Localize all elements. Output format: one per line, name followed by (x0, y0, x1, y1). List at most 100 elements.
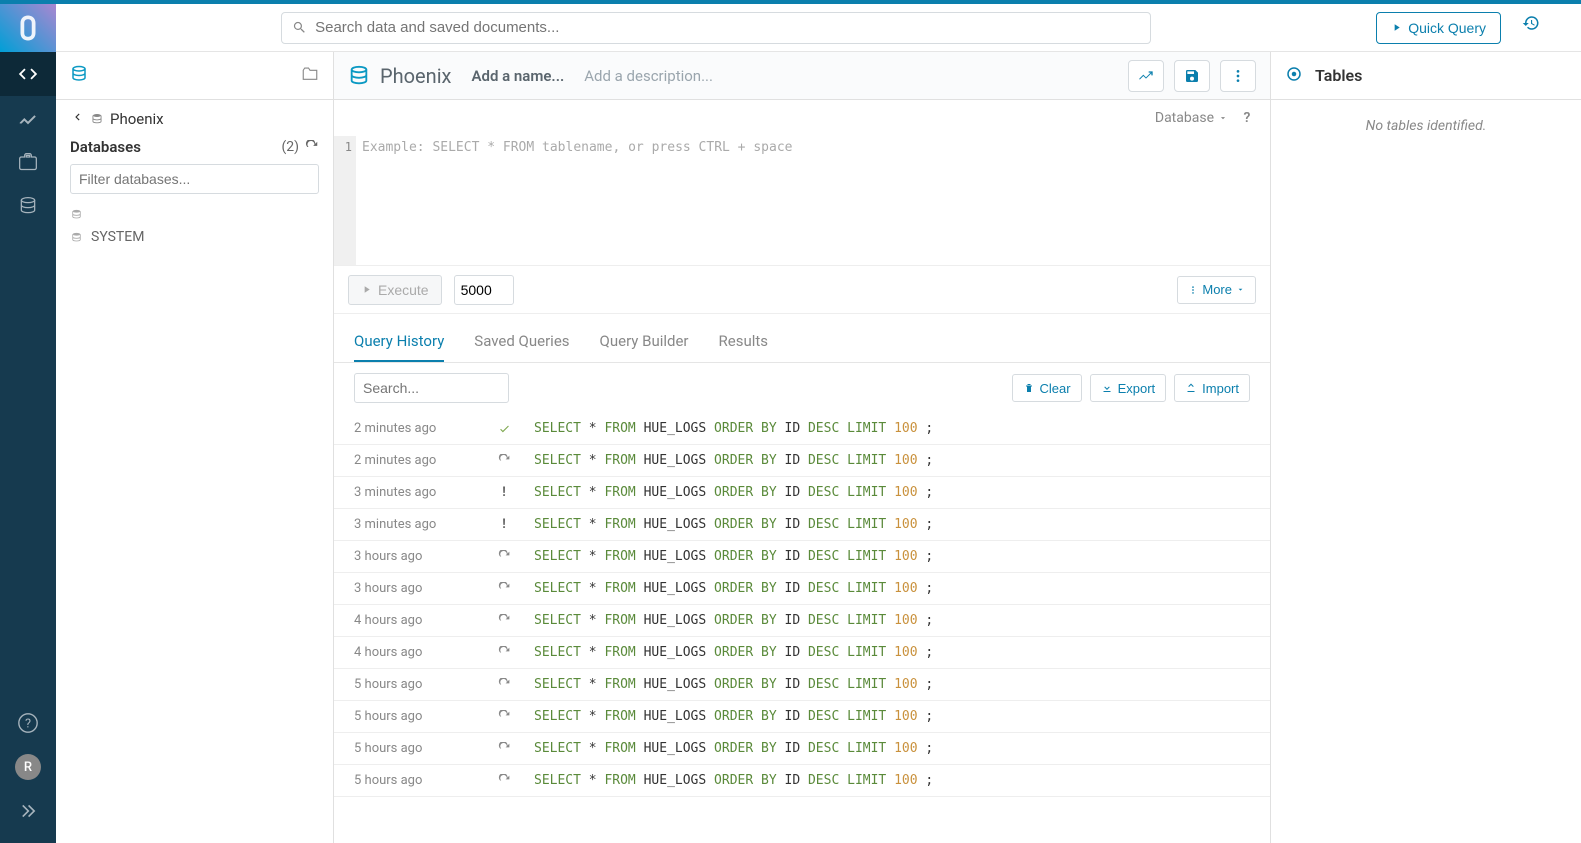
database-list-item[interactable]: SYSTEM (70, 225, 319, 249)
history-time: 5 hours ago (354, 773, 474, 788)
refresh-icon[interactable] (305, 140, 319, 154)
history-row[interactable]: 5 hours agoSELECT * FROM HUE_LOGS ORDER … (334, 701, 1270, 733)
history-time: 2 minutes ago (354, 453, 474, 468)
history-sql: SELECT * FROM HUE_LOGS ORDER BY ID DESC … (534, 485, 1250, 500)
avatar: R (15, 754, 41, 780)
history-row[interactable]: 5 hours agoSELECT * FROM HUE_LOGS ORDER … (334, 765, 1270, 797)
filter-databases-input[interactable] (70, 164, 319, 194)
history-sql: SELECT * FROM HUE_LOGS ORDER BY ID DESC … (534, 645, 1250, 660)
dots-vertical-icon (1188, 285, 1198, 295)
database-small-icon (70, 208, 83, 221)
history-row[interactable]: 2 minutes agoSELECT * FROM HUE_LOGS ORDE… (334, 413, 1270, 445)
import-history-button[interactable]: Import (1174, 374, 1250, 402)
history-status (474, 742, 534, 755)
history-row[interactable]: 5 hours agoSELECT * FROM HUE_LOGS ORDER … (334, 733, 1270, 765)
upload-icon (1185, 382, 1197, 394)
nav-tables[interactable] (0, 184, 56, 228)
breadcrumb-label: Phoenix (110, 110, 164, 128)
history-status (474, 582, 534, 595)
history-status (474, 454, 534, 467)
history-row[interactable]: 4 hours agoSELECT * FROM HUE_LOGS ORDER … (334, 637, 1270, 669)
history-status (474, 646, 534, 659)
editor-panel: Phoenix Add a name... Add a description.… (334, 52, 1271, 843)
svg-text:?: ? (25, 717, 31, 732)
nav-documents[interactable] (0, 140, 56, 184)
search-input[interactable] (315, 19, 1140, 36)
search-icon (292, 20, 307, 35)
tab-results[interactable]: Results (719, 332, 769, 362)
breadcrumb[interactable]: Phoenix (56, 100, 333, 132)
history-status (474, 678, 534, 691)
refresh-icon (498, 710, 511, 723)
history-status (474, 614, 534, 627)
history-row[interactable]: 5 hours agoSELECT * FROM HUE_LOGS ORDER … (334, 669, 1270, 701)
history-time: 4 hours ago (354, 613, 474, 628)
add-description-button[interactable]: Add a description... (584, 67, 713, 85)
sql-editor[interactable]: Example: SELECT * FROM tablename, or pre… (356, 136, 1270, 265)
refresh-icon (498, 646, 511, 659)
tab-saved-queries[interactable]: Saved Queries (474, 332, 569, 362)
history-time: 3 minutes ago (354, 517, 474, 532)
export-history-button[interactable]: Export (1090, 374, 1167, 402)
chevron-left-icon[interactable] (70, 110, 84, 128)
execute-button[interactable]: Execute (348, 275, 442, 305)
refresh-icon (498, 550, 511, 563)
history-time: 3 minutes ago (354, 485, 474, 500)
database-selector[interactable]: Database (1155, 110, 1228, 126)
app-logo[interactable] (0, 4, 56, 52)
history-time: 5 hours ago (354, 677, 474, 692)
limit-input[interactable] (454, 275, 514, 305)
database-list-item[interactable] (70, 204, 319, 225)
save-icon (1184, 68, 1200, 84)
history-icon[interactable] (1511, 14, 1551, 32)
assist-folder-icon[interactable] (301, 65, 319, 87)
add-name-button[interactable]: Add a name... (471, 67, 564, 85)
history-row[interactable]: 3 hours agoSELECT * FROM HUE_LOGS ORDER … (334, 541, 1270, 573)
chart-button[interactable] (1128, 60, 1164, 92)
check-icon (498, 422, 511, 435)
chevron-right-double-icon (18, 801, 38, 821)
trash-icon (1023, 382, 1035, 394)
nav-dashboards[interactable] (0, 96, 56, 140)
play-icon (1391, 22, 1402, 33)
refresh-icon (498, 582, 511, 595)
more-actions-button[interactable]: More (1177, 276, 1256, 304)
history-time: 2 minutes ago (354, 421, 474, 436)
assist-database-icon[interactable] (70, 65, 88, 87)
quick-query-button[interactable]: Quick Query (1376, 12, 1501, 44)
clear-history-button[interactable]: Clear (1012, 374, 1082, 402)
download-icon (1101, 382, 1113, 394)
history-row[interactable]: 3 minutes ago!SELECT * FROM HUE_LOGS ORD… (334, 509, 1270, 541)
nav-expand[interactable] (0, 789, 56, 833)
history-status (474, 774, 534, 787)
nav-editor[interactable] (0, 52, 56, 96)
history-row[interactable]: 2 minutes agoSELECT * FROM HUE_LOGS ORDE… (334, 445, 1270, 477)
history-time: 3 hours ago (354, 549, 474, 564)
nav-user[interactable]: R (0, 745, 56, 789)
play-icon (361, 284, 372, 295)
history-row[interactable]: 3 hours agoSELECT * FROM HUE_LOGS ORDER … (334, 573, 1270, 605)
refresh-icon (498, 742, 511, 755)
history-sql: SELECT * FROM HUE_LOGS ORDER BY ID DESC … (534, 741, 1250, 756)
history-row[interactable]: 4 hours agoSELECT * FROM HUE_LOGS ORDER … (334, 605, 1270, 637)
editor-help-button[interactable]: ? (1238, 110, 1256, 126)
history-time: 5 hours ago (354, 709, 474, 724)
refresh-icon (498, 454, 511, 467)
chart-icon (17, 107, 39, 129)
topbar: Quick Query (0, 4, 1581, 52)
database-small-icon (70, 231, 83, 244)
more-menu-button[interactable] (1220, 60, 1256, 92)
database-small-icon (90, 112, 104, 126)
assist-target-icon[interactable] (1285, 65, 1303, 87)
save-button[interactable] (1174, 60, 1210, 92)
tab-query-history[interactable]: Query History (354, 332, 444, 362)
history-status: ! (474, 485, 534, 500)
help-icon: ? (17, 712, 39, 734)
error-icon: ! (502, 517, 506, 532)
history-search-input[interactable] (354, 373, 509, 403)
nav-help[interactable]: ? (0, 701, 56, 745)
chevron-down-icon (1218, 113, 1228, 123)
history-row[interactable]: 3 minutes ago!SELECT * FROM HUE_LOGS ORD… (334, 477, 1270, 509)
tab-query-builder[interactable]: Query Builder (600, 332, 689, 362)
global-search[interactable] (281, 12, 1151, 44)
